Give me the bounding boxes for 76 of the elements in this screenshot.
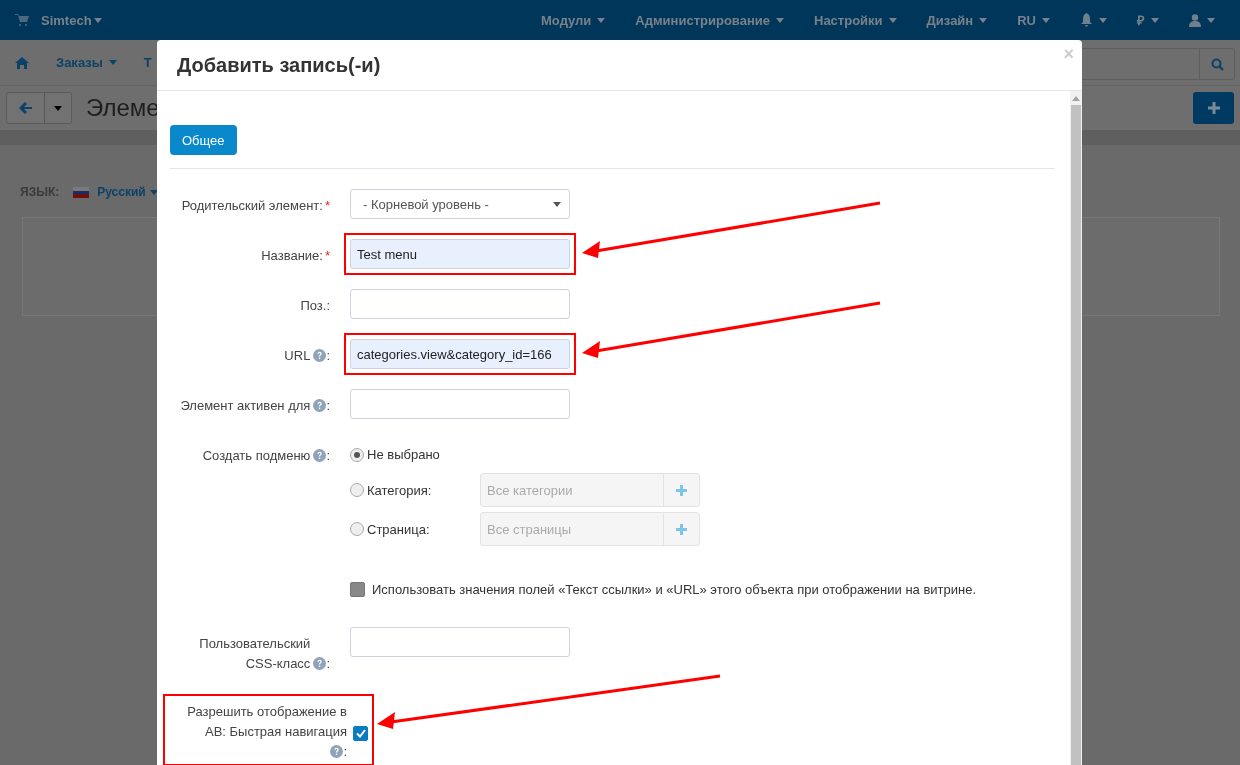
caret-icon [93,17,102,23]
field-label: URL [284,347,311,365]
plus-icon [676,523,687,535]
tab[interactable]: Общее [170,125,237,155]
add-button[interactable] [1193,92,1234,124]
bell-icon [1080,13,1093,27]
user-icon [1189,13,1201,27]
nav-menu[interactable]: Заказы [56,55,117,70]
label-colon: : [326,397,330,415]
language-menu[interactable]: Русский [97,185,158,199]
field-label: Элемент активен для [180,397,311,415]
caret-icon [1151,17,1159,23]
nav-menu[interactable]: Дизайн [926,12,988,28]
radio-option[interactable]: Не выбрано [350,447,480,462]
scrollbar[interactable] [1070,91,1082,765]
store-menu[interactable]: Simtech [41,12,102,28]
help-icon[interactable] [313,399,327,412]
nav-menu[interactable]: Настройки [814,12,897,28]
help-icon[interactable] [313,657,327,670]
currency-menu[interactable]: ₽ [1137,11,1159,29]
modal-title: Добавить запись(-и) [177,53,381,77]
parent-select[interactable]: - Корневой уровень - [350,189,570,219]
notifications-menu[interactable] [1080,13,1107,27]
help-icon[interactable] [313,449,327,462]
field-label: Создать подменю [202,447,311,465]
text-field[interactable] [350,627,570,657]
caret-icon [1207,17,1215,23]
radio-option[interactable]: Категория: [350,482,480,498]
field-label: Родительский элемент: [181,197,323,215]
close-button[interactable]: × [1063,44,1074,65]
caret-icon [1099,17,1107,23]
checkbox-label: Использовать значения полей «Текст ссылки» и «URL» этого объекта при отображении на витрине. [372,582,977,597]
search-icon [1210,57,1224,71]
cart-icon[interactable] [15,14,29,26]
caret-icon [1042,17,1050,23]
scroll-up-icon[interactable] [1072,96,1080,101]
arrow-left-icon [19,102,32,114]
label-colon: : [326,347,330,365]
plus-icon [676,484,687,496]
required-mark: * [324,247,330,265]
user-menu[interactable] [1189,13,1215,27]
help-icon[interactable] [313,349,327,362]
caret-icon [597,17,606,23]
plus-icon [1207,102,1220,114]
field-label: Название: [261,247,323,265]
picker-field[interactable]: Все категории [480,473,700,507]
required-mark: * [324,197,330,215]
text-field[interactable]: categories.view&category_id=166 [350,339,570,369]
page-title: Элеме [86,94,160,122]
flag-icon [73,186,90,198]
label-colon: : [343,743,347,761]
nav-menu[interactable]: Администрирование [635,12,784,28]
help-icon[interactable] [330,745,344,758]
checkbox[interactable] [353,726,368,741]
caret-icon [54,105,62,111]
picker-field[interactable]: Все страницы [480,512,700,546]
caret-icon [149,189,158,195]
nav-menu[interactable]: RU [1017,12,1050,28]
nav-menu[interactable]: Т [143,55,152,70]
text-field[interactable] [350,289,570,319]
label-colon: : [326,447,330,465]
field-label: Пользовательский CSS-класс [198,635,311,673]
nav-menu[interactable]: Модули [541,12,606,28]
field-label: Разрешить отображение в АВ: Быстрая навигация [186,703,347,741]
caret-icon [108,60,117,65]
label-colon: : [326,655,330,673]
caret-icon [979,17,988,23]
dropdown-caret-icon [553,201,561,207]
text-field[interactable] [350,389,570,419]
search-field[interactable] [1080,48,1235,80]
home-icon[interactable] [15,56,29,69]
field-label: Поз.: [300,297,330,315]
caret-icon [888,17,897,23]
caret-icon [776,17,784,23]
radio-option[interactable]: Страница: [350,521,480,537]
text-field[interactable]: Test menu [350,239,570,269]
